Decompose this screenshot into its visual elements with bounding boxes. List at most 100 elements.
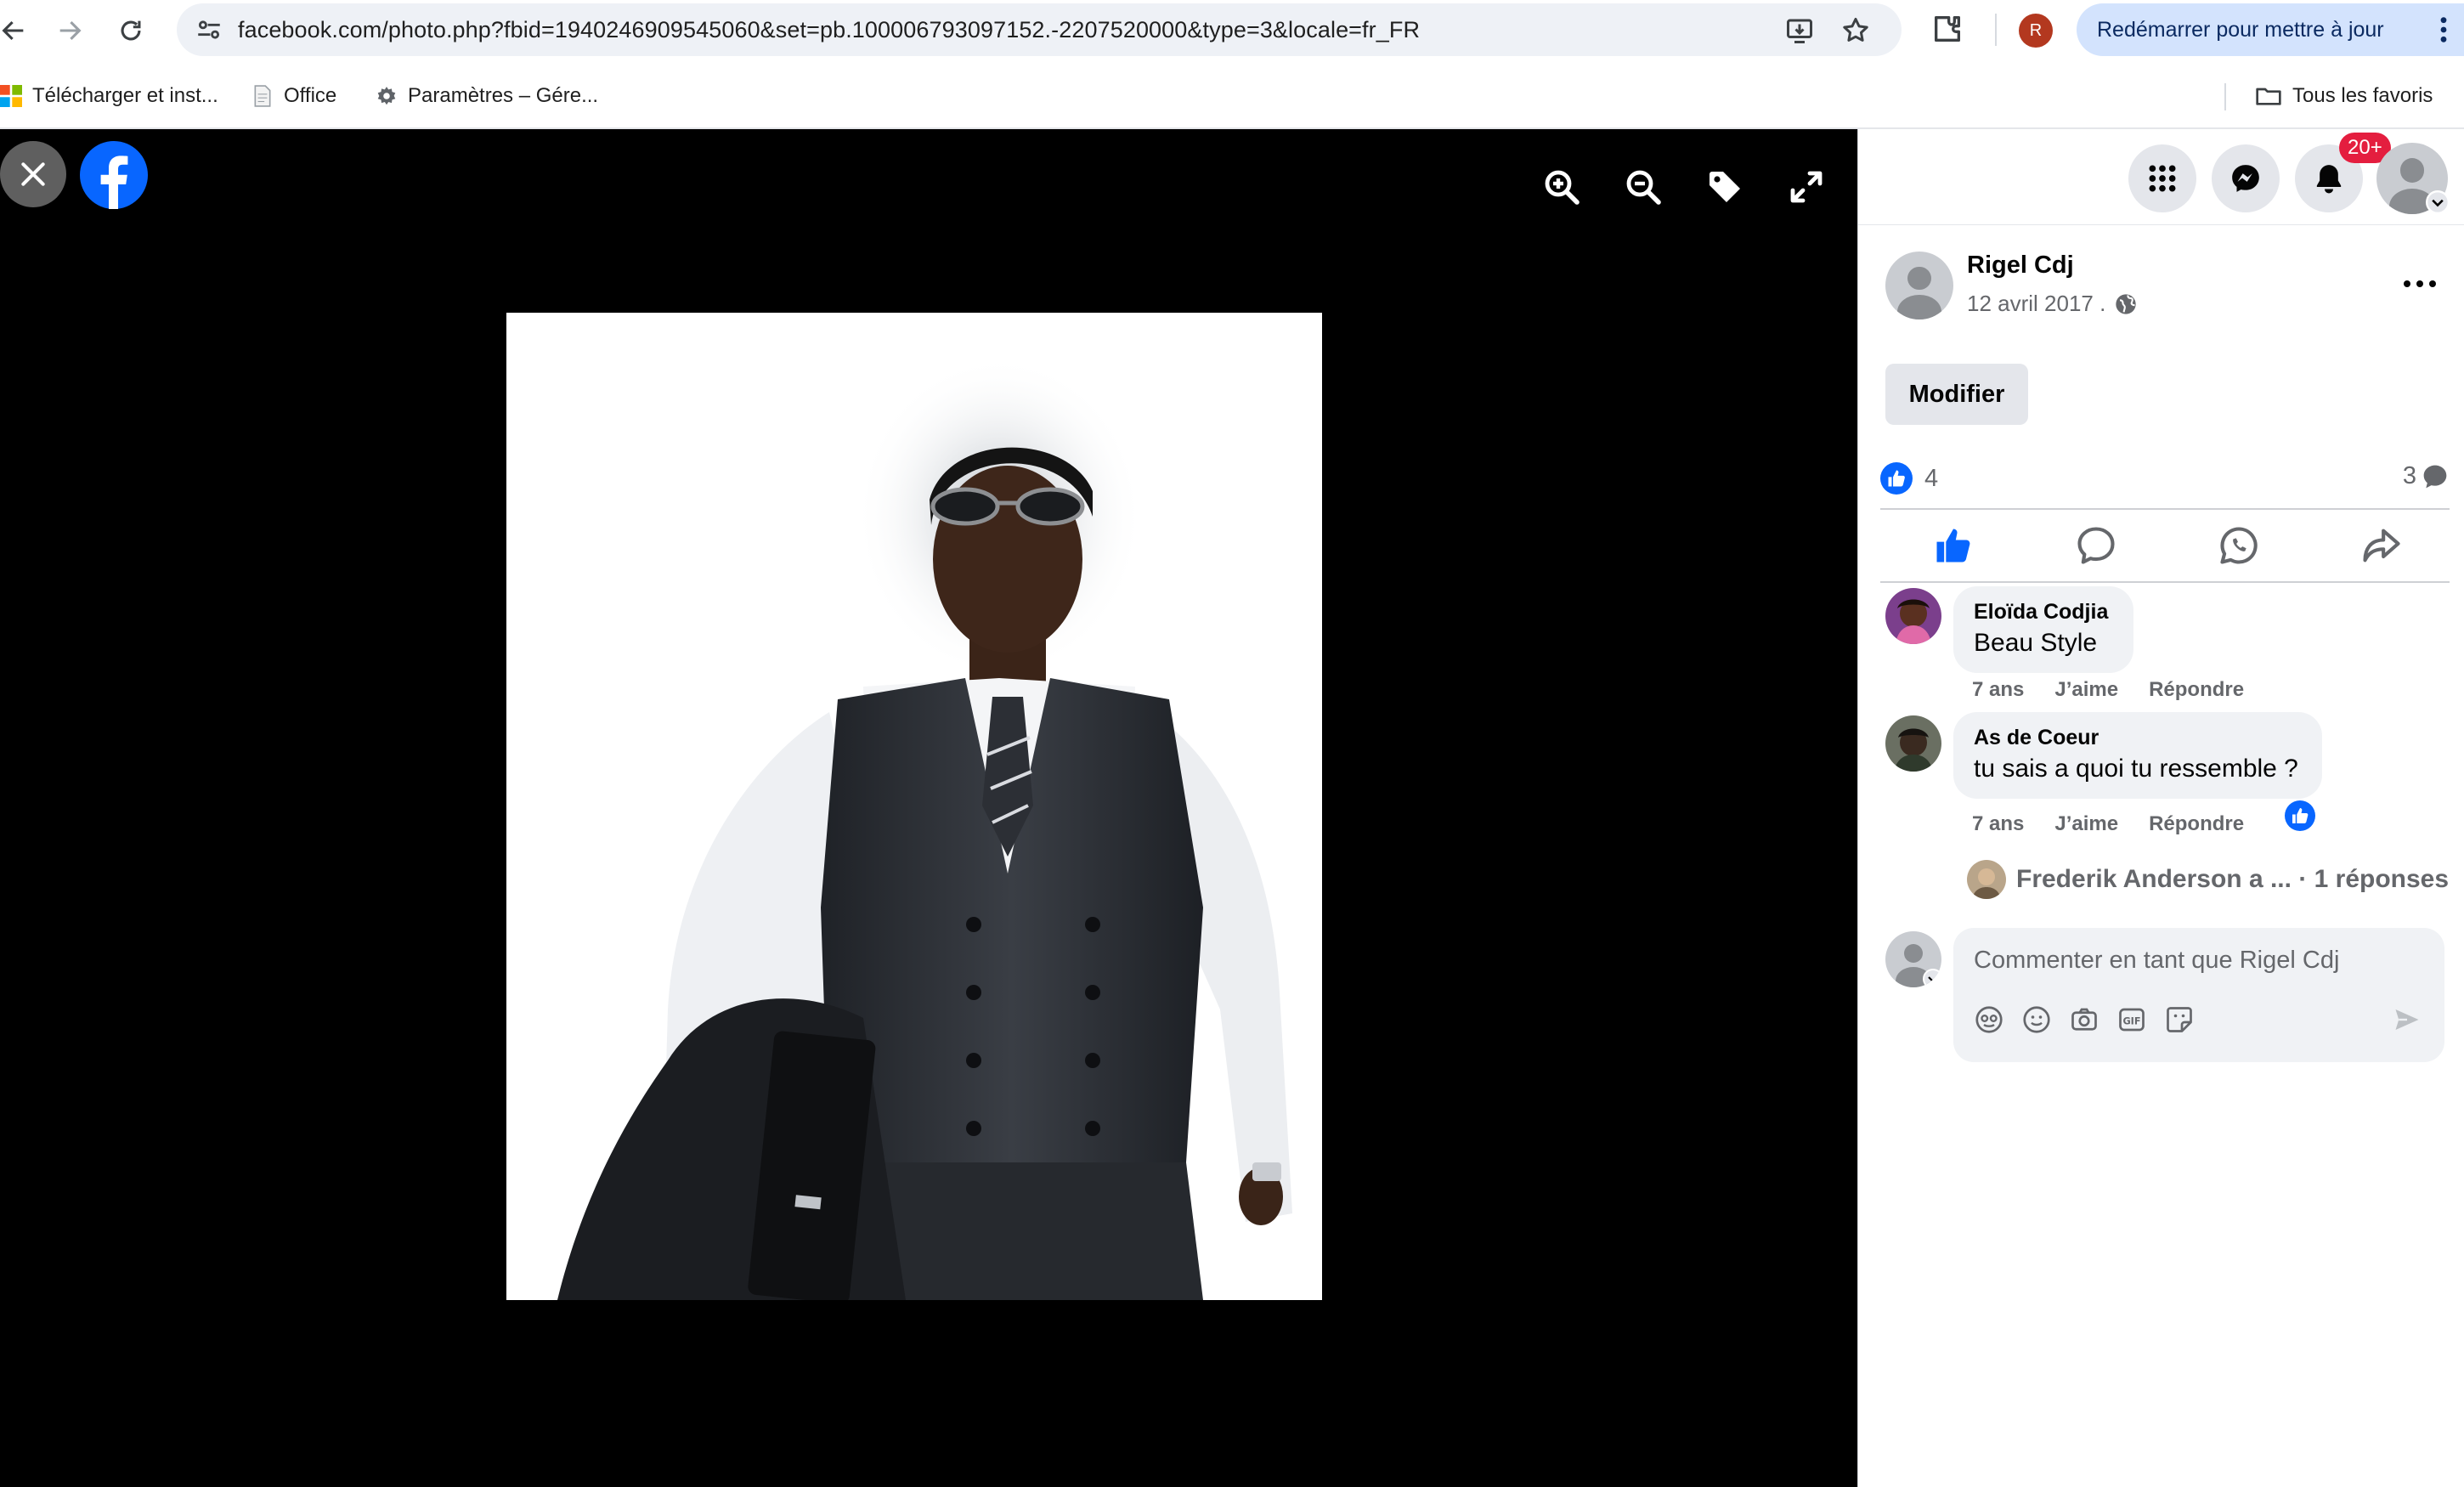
gear-icon xyxy=(377,87,396,105)
comment-bubble: Eloïda Codjia Beau Style xyxy=(1953,586,2133,673)
comment-author[interactable]: As de Coeur xyxy=(1974,726,2099,750)
post-photo[interactable] xyxy=(506,313,1322,1300)
commenter-photo xyxy=(1885,715,1941,772)
zoom-in-icon[interactable] xyxy=(1541,167,1582,207)
comment-count[interactable]: 3 xyxy=(2403,462,2449,490)
extensions-icon[interactable] xyxy=(1930,12,1964,46)
post-side-panel: 20+ Rigel Cdj 12 avril 2017 . Modifier 4… xyxy=(1857,129,2464,1487)
comment-like-link[interactable]: J’aime xyxy=(2054,812,2118,836)
reload-button[interactable] xyxy=(110,10,151,51)
kebab-menu-icon[interactable] xyxy=(2439,15,2449,44)
author-avatar[interactable] xyxy=(1885,252,1953,319)
post-timestamp[interactable]: 12 avril 2017 . xyxy=(1967,291,2138,317)
bookmark-label: Paramètres – Gére... xyxy=(408,84,599,107)
replies-label: Frederik Anderson a ... · 1 réponses xyxy=(2016,865,2450,893)
site-settings-icon[interactable] xyxy=(194,15,224,44)
all-bookmarks-label: Tous les favoris xyxy=(2292,84,2433,107)
back-arrow-icon xyxy=(2,20,24,41)
bookmark-star-icon[interactable] xyxy=(1840,15,1871,46)
bookmark-label: Télécharger et inst... xyxy=(32,84,218,107)
comment-meta: 7 ans J’aime Répondre xyxy=(1972,678,2275,702)
forward-button[interactable] xyxy=(49,10,90,51)
bookmark-microsoft[interactable]: Télécharger et inst... xyxy=(0,82,218,110)
comment-meta: 7 ans J’aime Répondre xyxy=(1972,812,2275,836)
send-icon[interactable] xyxy=(2392,1004,2422,1035)
url-text[interactable]: facebook.com/photo.php?fbid=194024690954… xyxy=(238,3,1420,56)
comment-button[interactable] xyxy=(2074,523,2118,568)
grid-menu-icon xyxy=(2149,165,2176,192)
chevron-down-icon xyxy=(1923,969,1941,987)
close-icon xyxy=(21,162,45,186)
folder-icon xyxy=(2256,88,2281,105)
chevron-down-icon xyxy=(2426,190,2450,214)
sticker-icon[interactable] xyxy=(2164,1004,2195,1035)
share-button[interactable] xyxy=(2359,523,2404,568)
toolbar-divider xyxy=(1995,14,1997,46)
comment-reply-link[interactable]: Répondre xyxy=(2149,812,2244,836)
browser-toolbar: facebook.com/photo.php?fbid=194024690954… xyxy=(0,0,2464,61)
bookmark-label: Office xyxy=(284,84,337,107)
photo-person-in-suit xyxy=(506,313,1322,1300)
emoji-icon[interactable] xyxy=(2021,1004,2052,1035)
close-button[interactable] xyxy=(0,141,66,207)
document-icon xyxy=(254,85,271,107)
bookmarks-divider xyxy=(2224,83,2226,110)
commenter-avatar[interactable] xyxy=(1885,588,1941,644)
comment-like-reaction-icon[interactable] xyxy=(2285,800,2315,831)
svg-text:GIF: GIF xyxy=(2122,1015,2140,1026)
restart-to-update-button[interactable]: Redémarrer pour mettre à jour xyxy=(2077,3,2464,56)
whatsapp-share-button[interactable] xyxy=(2217,523,2261,568)
comment-count-value: 3 xyxy=(2402,462,2416,489)
gif-icon[interactable]: GIF xyxy=(2116,1004,2147,1035)
install-app-icon[interactable] xyxy=(1784,15,1815,46)
microsoft-icon xyxy=(0,85,22,107)
fullscreen-icon[interactable] xyxy=(1786,167,1827,207)
comment-author[interactable]: Eloïda Codjia xyxy=(1974,600,2108,625)
facebook-logo-icon[interactable] xyxy=(80,141,148,209)
bell-icon xyxy=(2316,165,2342,194)
view-replies-link[interactable]: Frederik Anderson a ... · 1 réponses xyxy=(1967,860,2449,899)
like-reaction-icon xyxy=(1880,462,1913,495)
comment-time[interactable]: 7 ans xyxy=(1972,678,2024,702)
more-options-icon[interactable] xyxy=(2399,275,2441,292)
like-button[interactable] xyxy=(1931,523,1975,568)
reply-author-avatar xyxy=(1967,860,2006,899)
comment-text: Beau Style xyxy=(1974,629,2098,657)
reload-icon xyxy=(121,20,141,41)
post-action-bar xyxy=(1880,508,2450,583)
facebook-header-actions: 20+ xyxy=(1858,129,2464,225)
back-button[interactable] xyxy=(0,10,34,51)
commenter-avatar[interactable] xyxy=(1885,715,1941,772)
edit-post-button[interactable]: Modifier xyxy=(1885,364,2028,425)
comment-composer: GIF xyxy=(1953,928,2444,1062)
restart-to-update-label: Redémarrer pour mettre à jour xyxy=(2097,17,2384,42)
all-bookmarks-button[interactable]: Tous les favoris xyxy=(2255,82,2433,110)
account-menu-button[interactable] xyxy=(2376,143,2450,214)
camera-icon[interactable] xyxy=(2069,1004,2099,1035)
bookmark-office[interactable]: Office xyxy=(251,82,336,110)
comment-bubble-icon xyxy=(2423,465,2447,488)
avatar-sticker-icon[interactable] xyxy=(1974,1004,2004,1035)
author-name[interactable]: Rigel Cdj xyxy=(1967,252,2074,280)
zoom-out-icon[interactable] xyxy=(1623,167,1664,207)
reaction-summary[interactable]: 4 xyxy=(1880,462,1938,495)
post-date-text: 12 avril 2017 . xyxy=(1967,291,2106,316)
tag-icon[interactable] xyxy=(1704,167,1745,207)
browser-profile-avatar[interactable]: R xyxy=(2019,14,2053,48)
comment-reply-link[interactable]: Répondre xyxy=(2149,678,2244,702)
messenger-icon xyxy=(2232,165,2259,192)
bookmarks-bar: Télécharger et inst... Office Paramètres… xyxy=(0,61,2464,129)
comment-time[interactable]: 7 ans xyxy=(1972,812,2024,836)
forward-arrow-icon xyxy=(59,20,82,41)
comment-bubble: As de Coeur tu sais a quoi tu ressemble … xyxy=(1953,712,2322,799)
photo-viewer xyxy=(0,129,1857,1487)
address-bar[interactable]: facebook.com/photo.php?fbid=194024690954… xyxy=(177,3,1902,56)
globe-icon xyxy=(2116,293,2136,314)
comment-input[interactable] xyxy=(1974,943,2416,977)
bookmark-settings[interactable]: Paramètres – Gére... xyxy=(376,82,598,110)
menu-button[interactable] xyxy=(2128,144,2196,212)
messenger-button[interactable] xyxy=(2212,144,2280,212)
comment-like-link[interactable]: J’aime xyxy=(2054,678,2118,702)
like-count: 4 xyxy=(1924,464,1939,492)
composer-avatar[interactable] xyxy=(1885,931,1941,987)
